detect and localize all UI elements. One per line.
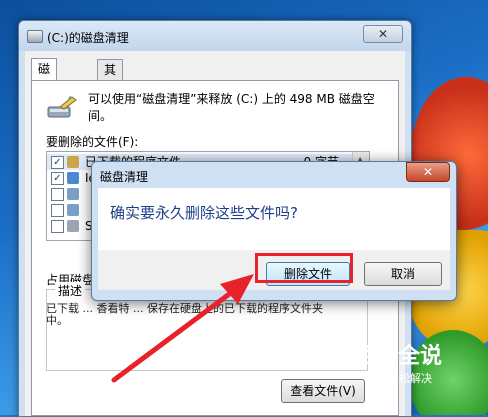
description-heading: 描述 bbox=[55, 282, 86, 299]
cleanup-description: 可以使用“磁盘清理”来释放 (C:) 上的 498 MB 磁盘空间。 bbox=[88, 92, 375, 123]
checkbox-icon[interactable] bbox=[51, 188, 64, 201]
tab-more-options[interactable]: 其他选项 bbox=[97, 59, 124, 137]
dialog-body: 确实要永久删除这些文件吗? bbox=[98, 188, 450, 250]
watermark-sub-text: 助你轻松解决 bbox=[366, 372, 432, 385]
checkbox-checked-icon[interactable]: ✓ bbox=[51, 156, 64, 169]
window-title: (C:)的磁盘清理 bbox=[47, 31, 129, 45]
watermark: 百科全说 助你轻松解决 bbox=[338, 334, 450, 396]
ie-icon bbox=[67, 172, 79, 184]
file-icon bbox=[67, 220, 79, 232]
checkbox-icon[interactable] bbox=[51, 220, 64, 233]
tab-disk-cleanup[interactable]: 磁盘清理 bbox=[31, 58, 58, 136]
file-icon bbox=[67, 188, 79, 200]
checkbox-checked-icon[interactable]: ✓ bbox=[51, 172, 64, 185]
dialog-message: 确实要永久删除这些文件吗? bbox=[110, 204, 298, 222]
highlight-box bbox=[255, 253, 353, 283]
checkbox-icon[interactable] bbox=[51, 204, 64, 217]
description-text: 已下载 ... 香看特 ... 保存在硬盘上的已下载的程序文件夹中。 bbox=[46, 302, 323, 327]
disk-cleanup-icon bbox=[47, 96, 77, 118]
files-to-delete-label: 要删除的文件(F): bbox=[46, 135, 139, 149]
close-icon[interactable]: ✕ bbox=[363, 25, 403, 43]
dialog-title: 磁盘清理 bbox=[100, 170, 149, 184]
recycle-bin-icon bbox=[67, 204, 79, 216]
folder-icon bbox=[67, 156, 79, 168]
drive-icon bbox=[27, 30, 43, 43]
close-icon[interactable]: ✕ bbox=[406, 162, 450, 182]
window-titlebar[interactable]: (C:)的磁盘清理 ✕ bbox=[19, 21, 411, 51]
watermark-main-text: 百科全说 bbox=[354, 344, 443, 369]
cancel-button[interactable]: 取消 bbox=[364, 262, 442, 286]
